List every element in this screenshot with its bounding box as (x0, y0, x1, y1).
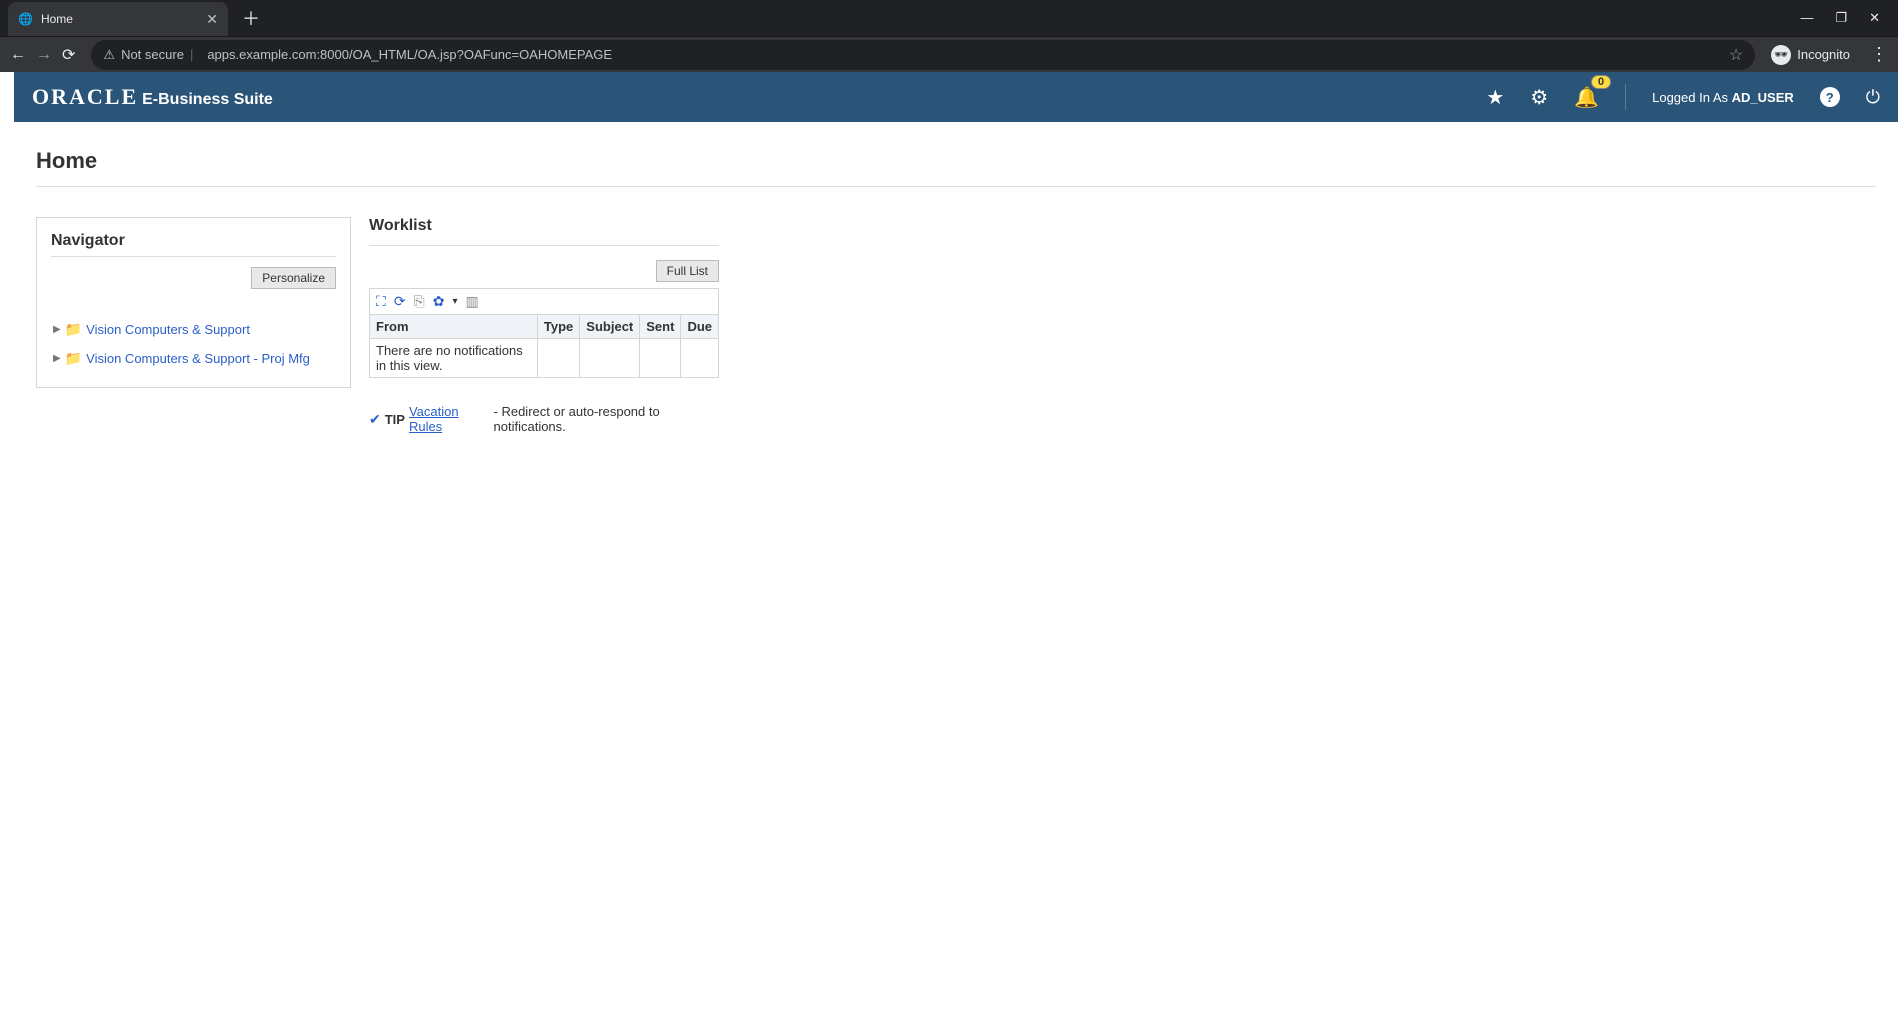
folder-icon: 📁 (65, 321, 82, 338)
login-status: Logged In As AD_USER (1652, 90, 1794, 105)
new-tab-button[interactable]: ＋ (228, 5, 274, 31)
expand-caret-icon[interactable]: ▶ (53, 353, 61, 364)
col-due[interactable]: Due (681, 315, 719, 339)
worklist-toolbar: ⛶ ⟳ ⎘ ✿ ▾ ▥ (369, 288, 719, 314)
security-indicator[interactable]: ⚠ Not secure (103, 47, 184, 63)
tip-label: TIP (385, 412, 405, 427)
divider (1625, 84, 1626, 110)
not-secure-label: Not secure (121, 47, 184, 62)
navigator-item[interactable]: ▶ 📁 Vision Computers & Support - Proj Mf… (51, 344, 336, 373)
notification-badge: 0 (1591, 75, 1611, 89)
browser-toolbar: ← → ⟳ ⚠ Not secure | apps.example.com:80… (0, 36, 1898, 72)
refresh-icon[interactable]: ⟳ (394, 293, 406, 310)
worklist-heading: Worklist (369, 217, 719, 246)
detach-icon[interactable]: ⛶ (376, 293, 386, 310)
forward-icon[interactable]: → (36, 46, 52, 64)
settings-gear-icon[interactable]: ⚙ (1530, 85, 1548, 110)
maximize-icon[interactable]: ❐ (1835, 10, 1847, 26)
worklist-panel: Worklist Full List ⛶ ⟳ ⎘ ✿ ▾ ▥ (369, 217, 719, 434)
notifications-bell-icon[interactable]: 🔔 0 (1574, 85, 1599, 110)
browser-tab[interactable]: 🌐 Home ✕ (8, 2, 228, 36)
browser-tab-strip: 🌐 Home ✕ ＋ — ❐ ✕ (0, 0, 1898, 36)
empty-message-cell: There are no notifications in this view. (370, 339, 538, 378)
table-row: There are no notifications in this view. (370, 339, 719, 378)
actions-gear-icon[interactable]: ✿ (433, 293, 445, 310)
logout-power-icon[interactable]: ⏻ (1866, 87, 1880, 108)
tab-title: Home (41, 12, 73, 26)
back-icon[interactable]: ← (10, 46, 26, 64)
divider: | (184, 47, 199, 62)
bookmark-star-icon[interactable]: ☆ (1729, 45, 1743, 65)
worklist-table: From Type Subject Sent Due There are no … (369, 314, 719, 378)
favorites-star-icon[interactable]: ★ (1486, 85, 1504, 110)
app-banner: ORACLE E-Business Suite ★ ⚙ 🔔 0 Logged I… (14, 72, 1898, 122)
login-prefix: Logged In As (1652, 90, 1732, 105)
tip-row: ✔ TIP Vacation Rules - Redirect or auto-… (369, 404, 719, 434)
page-title: Home (36, 148, 1876, 187)
reload-icon[interactable]: ⟳ (62, 45, 75, 65)
col-subject[interactable]: Subject (580, 315, 640, 339)
tip-check-icon: ✔ (369, 411, 381, 428)
close-tab-icon[interactable]: ✕ (206, 11, 218, 28)
navigator-heading: Navigator (51, 232, 336, 257)
login-user: AD_USER (1732, 90, 1794, 105)
incognito-icon: 🕶 (1771, 45, 1791, 65)
col-from[interactable]: From (370, 315, 538, 339)
window-controls: — ❐ ✕ (1800, 10, 1898, 26)
browser-menu-icon[interactable]: ⋮ (1860, 44, 1888, 65)
globe-icon: 🌐 (18, 12, 33, 26)
incognito-label: Incognito (1797, 47, 1850, 62)
navigator-item[interactable]: ▶ 📁 Vision Computers & Support (51, 315, 336, 344)
navigator-panel: Navigator Personalize ▶ 📁 Vision Compute… (36, 217, 351, 388)
expand-caret-icon[interactable]: ▶ (53, 324, 61, 335)
brand-subtitle: E-Business Suite (142, 91, 273, 109)
warning-icon: ⚠ (103, 47, 115, 63)
navigator-item-label: Vision Computers & Support (86, 322, 250, 337)
vacation-rules-link[interactable]: Vacation Rules (409, 404, 490, 434)
app-area: ORACLE E-Business Suite ★ ⚙ 🔔 0 Logged I… (0, 72, 1898, 1032)
col-sent[interactable]: Sent (640, 315, 681, 339)
col-type[interactable]: Type (537, 315, 579, 339)
tip-suffix: - Redirect or auto-respond to notificati… (494, 404, 719, 434)
columns-icon[interactable]: ▥ (466, 293, 479, 310)
brand-logo: ORACLE (32, 84, 138, 110)
incognito-indicator: 🕶 Incognito (1771, 45, 1850, 65)
folder-icon: 📁 (65, 350, 82, 367)
address-bar[interactable]: ⚠ Not secure | apps.example.com:8000/OA_… (91, 40, 1755, 70)
chevron-down-icon[interactable]: ▾ (452, 296, 457, 307)
export-icon[interactable]: ⎘ (414, 293, 425, 310)
close-window-icon[interactable]: ✕ (1869, 10, 1880, 26)
navigator-item-label: Vision Computers & Support - Proj Mfg (86, 351, 310, 366)
minimize-icon[interactable]: — (1800, 10, 1813, 26)
brand: ORACLE E-Business Suite (32, 84, 273, 110)
page-content: Home Navigator Personalize ▶ 📁 Vision Co… (14, 122, 1898, 1032)
url-text: apps.example.com:8000/OA_HTML/OA.jsp?OAF… (207, 47, 612, 62)
help-icon[interactable]: ? (1820, 87, 1840, 107)
personalize-button[interactable]: Personalize (251, 267, 336, 289)
full-list-button[interactable]: Full List (656, 260, 719, 282)
